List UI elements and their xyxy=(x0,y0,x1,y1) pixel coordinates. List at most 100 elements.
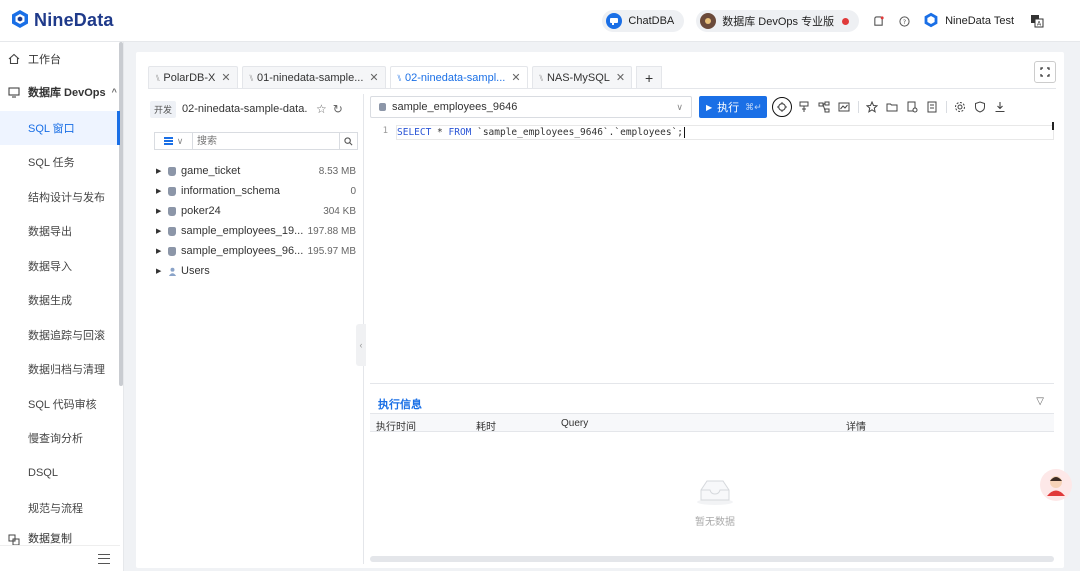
database-icon xyxy=(168,246,176,256)
search-button[interactable] xyxy=(339,133,357,149)
text-cursor xyxy=(684,127,686,138)
add-tab-button[interactable]: + xyxy=(636,66,663,88)
close-icon[interactable]: ✕ xyxy=(221,71,230,84)
results-scrollbar[interactable] xyxy=(370,556,1054,562)
sidebar-item-workbench[interactable]: 工作台 xyxy=(0,42,120,76)
favorite-button[interactable] xyxy=(864,99,880,115)
toolbar-separator xyxy=(946,101,947,113)
tree-node-sample-employees-19[interactable]: ▶ sample_employees_19... 197.88 MB xyxy=(156,222,356,240)
explain-button[interactable] xyxy=(796,99,812,115)
play-icon: ▶ xyxy=(706,102,713,112)
editor-toolbar xyxy=(772,97,1012,117)
sidebar-group-devops[interactable]: 数据库 DevOps ^ xyxy=(0,75,120,109)
execute-button[interactable]: ▶ 执行 ⌘↵ xyxy=(699,96,767,118)
sidebar-item-sql-task[interactable]: SQL 任务 xyxy=(0,145,120,179)
open-file-button[interactable] xyxy=(884,99,900,115)
connection-icon: ⑊ xyxy=(538,72,544,83)
sidebar-item-label: SQL 代码审核 xyxy=(28,399,97,411)
language-icon[interactable]: A xyxy=(1030,14,1044,28)
sidebar-item-label: 数据追踪与回滚 xyxy=(28,330,105,342)
sidebar-item-label: SQL 窗口 xyxy=(28,123,75,135)
chart-button[interactable] xyxy=(836,99,852,115)
assistant-avatar-icon xyxy=(1047,476,1065,496)
refresh-icon[interactable]: ↻ xyxy=(333,102,343,116)
home-icon xyxy=(8,53,20,65)
collapse-tree-handle[interactable]: ‹ xyxy=(356,324,366,366)
star-icon[interactable]: ☆ xyxy=(316,102,327,116)
sidebar-item-label: 数据归档与清理 xyxy=(28,364,105,376)
format-sql-button[interactable] xyxy=(772,97,792,117)
sidebar-item-slow-query[interactable]: 慢查询分析 xyxy=(0,421,120,455)
logo[interactable]: NineData xyxy=(10,9,114,32)
caret-right-icon[interactable]: ▶ xyxy=(156,247,168,255)
sidebar-footer xyxy=(0,545,120,571)
download-button[interactable] xyxy=(992,99,1008,115)
column-header: 执行时间 xyxy=(376,422,416,433)
caret-right-icon[interactable]: ▶ xyxy=(156,187,168,195)
caret-right-icon[interactable]: ▶ xyxy=(156,167,168,175)
tab-01-ninedata[interactable]: ⑊ 01-ninedata-sample... ✕ xyxy=(241,66,386,88)
sidebar-item-data-archive[interactable]: 数据归档与清理 xyxy=(0,352,120,386)
sidebar-item-sql-review[interactable]: SQL 代码审核 xyxy=(0,387,120,421)
chevron-down-icon[interactable]: ▽ xyxy=(1036,396,1044,407)
database-select[interactable]: sample_employees_9646 ∨ xyxy=(370,96,692,118)
sidebar-item-dsql[interactable]: DSQL xyxy=(0,456,120,490)
diagram-button[interactable] xyxy=(816,99,832,115)
sql-editor[interactable]: 1 SELECT * FROM `sample_employees_9646`.… xyxy=(370,122,1054,384)
folder-icon xyxy=(886,103,898,112)
sql-token: `sample_employees_9646`.`employees`; xyxy=(471,127,684,138)
help-icon[interactable]: ? xyxy=(897,14,911,28)
plan-badge[interactable]: 数据库 DevOps 专业版 xyxy=(696,10,860,32)
database-icon xyxy=(168,206,176,216)
datasource-bar: 开发 02-ninedata-sample-data... ☆ ↻ xyxy=(148,100,364,118)
sidebar-item-data-rollback[interactable]: 数据追踪与回滚 xyxy=(0,318,120,352)
fullscreen-button[interactable] xyxy=(1034,61,1056,83)
tree-node-users[interactable]: ▶ Users xyxy=(156,262,356,280)
tree-node-poker24[interactable]: ▶ poker24 304 KB xyxy=(156,202,356,220)
chevron-left-icon: ‹ xyxy=(359,340,363,350)
tree-node-information-schema[interactable]: ▶ information_schema 0 xyxy=(156,182,356,200)
tree-node-sample-employees-96[interactable]: ▶ sample_employees_96... 195.97 MB xyxy=(156,242,356,260)
tab-nas-mysql[interactable]: ⑊ NAS-MySQL ✕ xyxy=(531,66,633,88)
datasource-name[interactable]: 02-ninedata-sample-data... xyxy=(182,103,308,115)
caret-right-icon[interactable]: ▶ xyxy=(156,207,168,215)
close-icon[interactable]: ✕ xyxy=(369,71,378,84)
notification-icon[interactable] xyxy=(871,14,885,28)
tree-node-name: poker24 xyxy=(181,205,221,217)
search-input[interactable] xyxy=(193,133,339,149)
tree-node-game-ticket[interactable]: ▶ game_ticket 8.53 MB xyxy=(156,162,356,180)
sidebar-item-label: 数据导出 xyxy=(28,226,72,238)
sidebar-item-data-export[interactable]: 数据导出 xyxy=(0,214,120,248)
collapse-menu-icon[interactable] xyxy=(98,554,110,564)
caret-right-icon[interactable]: ▶ xyxy=(156,227,168,235)
sidebar-item-rules[interactable]: 规范与流程 xyxy=(0,491,120,525)
sql-code-line[interactable]: SELECT * FROM `sample_employees_9646`.`e… xyxy=(396,125,1054,140)
snippet-button[interactable] xyxy=(924,99,940,115)
object-type-filter[interactable]: ∨ xyxy=(155,133,193,149)
column-header: Query xyxy=(561,418,589,429)
sidebar-item-sql-window[interactable]: SQL 窗口 xyxy=(0,111,120,145)
sidebar-item-schema-design[interactable]: 结构设计与发布 xyxy=(0,180,120,214)
tab-polardb-x[interactable]: ⑊ PolarDB-X ✕ xyxy=(148,66,238,88)
sidebar-item-data-generate[interactable]: 数据生成 xyxy=(0,283,120,317)
close-icon[interactable]: ✕ xyxy=(616,71,625,84)
tab-label: 01-ninedata-sample... xyxy=(257,71,364,84)
history-button[interactable] xyxy=(904,99,920,115)
support-avatar[interactable] xyxy=(1040,469,1072,501)
gear-icon xyxy=(955,102,965,112)
caret-right-icon[interactable]: ▶ xyxy=(156,267,168,275)
sidebar-group-replication[interactable]: 数据复制 xyxy=(0,526,120,546)
tree-node-name: information_schema xyxy=(181,185,281,197)
sidebar-item-data-import[interactable]: 数据导入 xyxy=(0,249,120,283)
user-name[interactable]: NineData Test xyxy=(945,15,1014,27)
sidebar-item-label: 数据导入 xyxy=(28,261,72,273)
tab-02-ninedata[interactable]: ⑊ 02-ninedata-sampl... ✕ xyxy=(389,66,528,88)
tab-label: NAS-MySQL xyxy=(546,71,610,84)
tab-label: PolarDB-X xyxy=(163,71,216,84)
close-icon[interactable]: ✕ xyxy=(511,71,520,84)
security-button[interactable] xyxy=(972,99,988,115)
settings-button[interactable] xyxy=(952,99,968,115)
editor-scroll-mark xyxy=(1052,122,1054,130)
results-tabs: 执行信息 ▽ xyxy=(370,392,1054,417)
chatdba-button[interactable]: ChatDBA xyxy=(602,10,685,32)
